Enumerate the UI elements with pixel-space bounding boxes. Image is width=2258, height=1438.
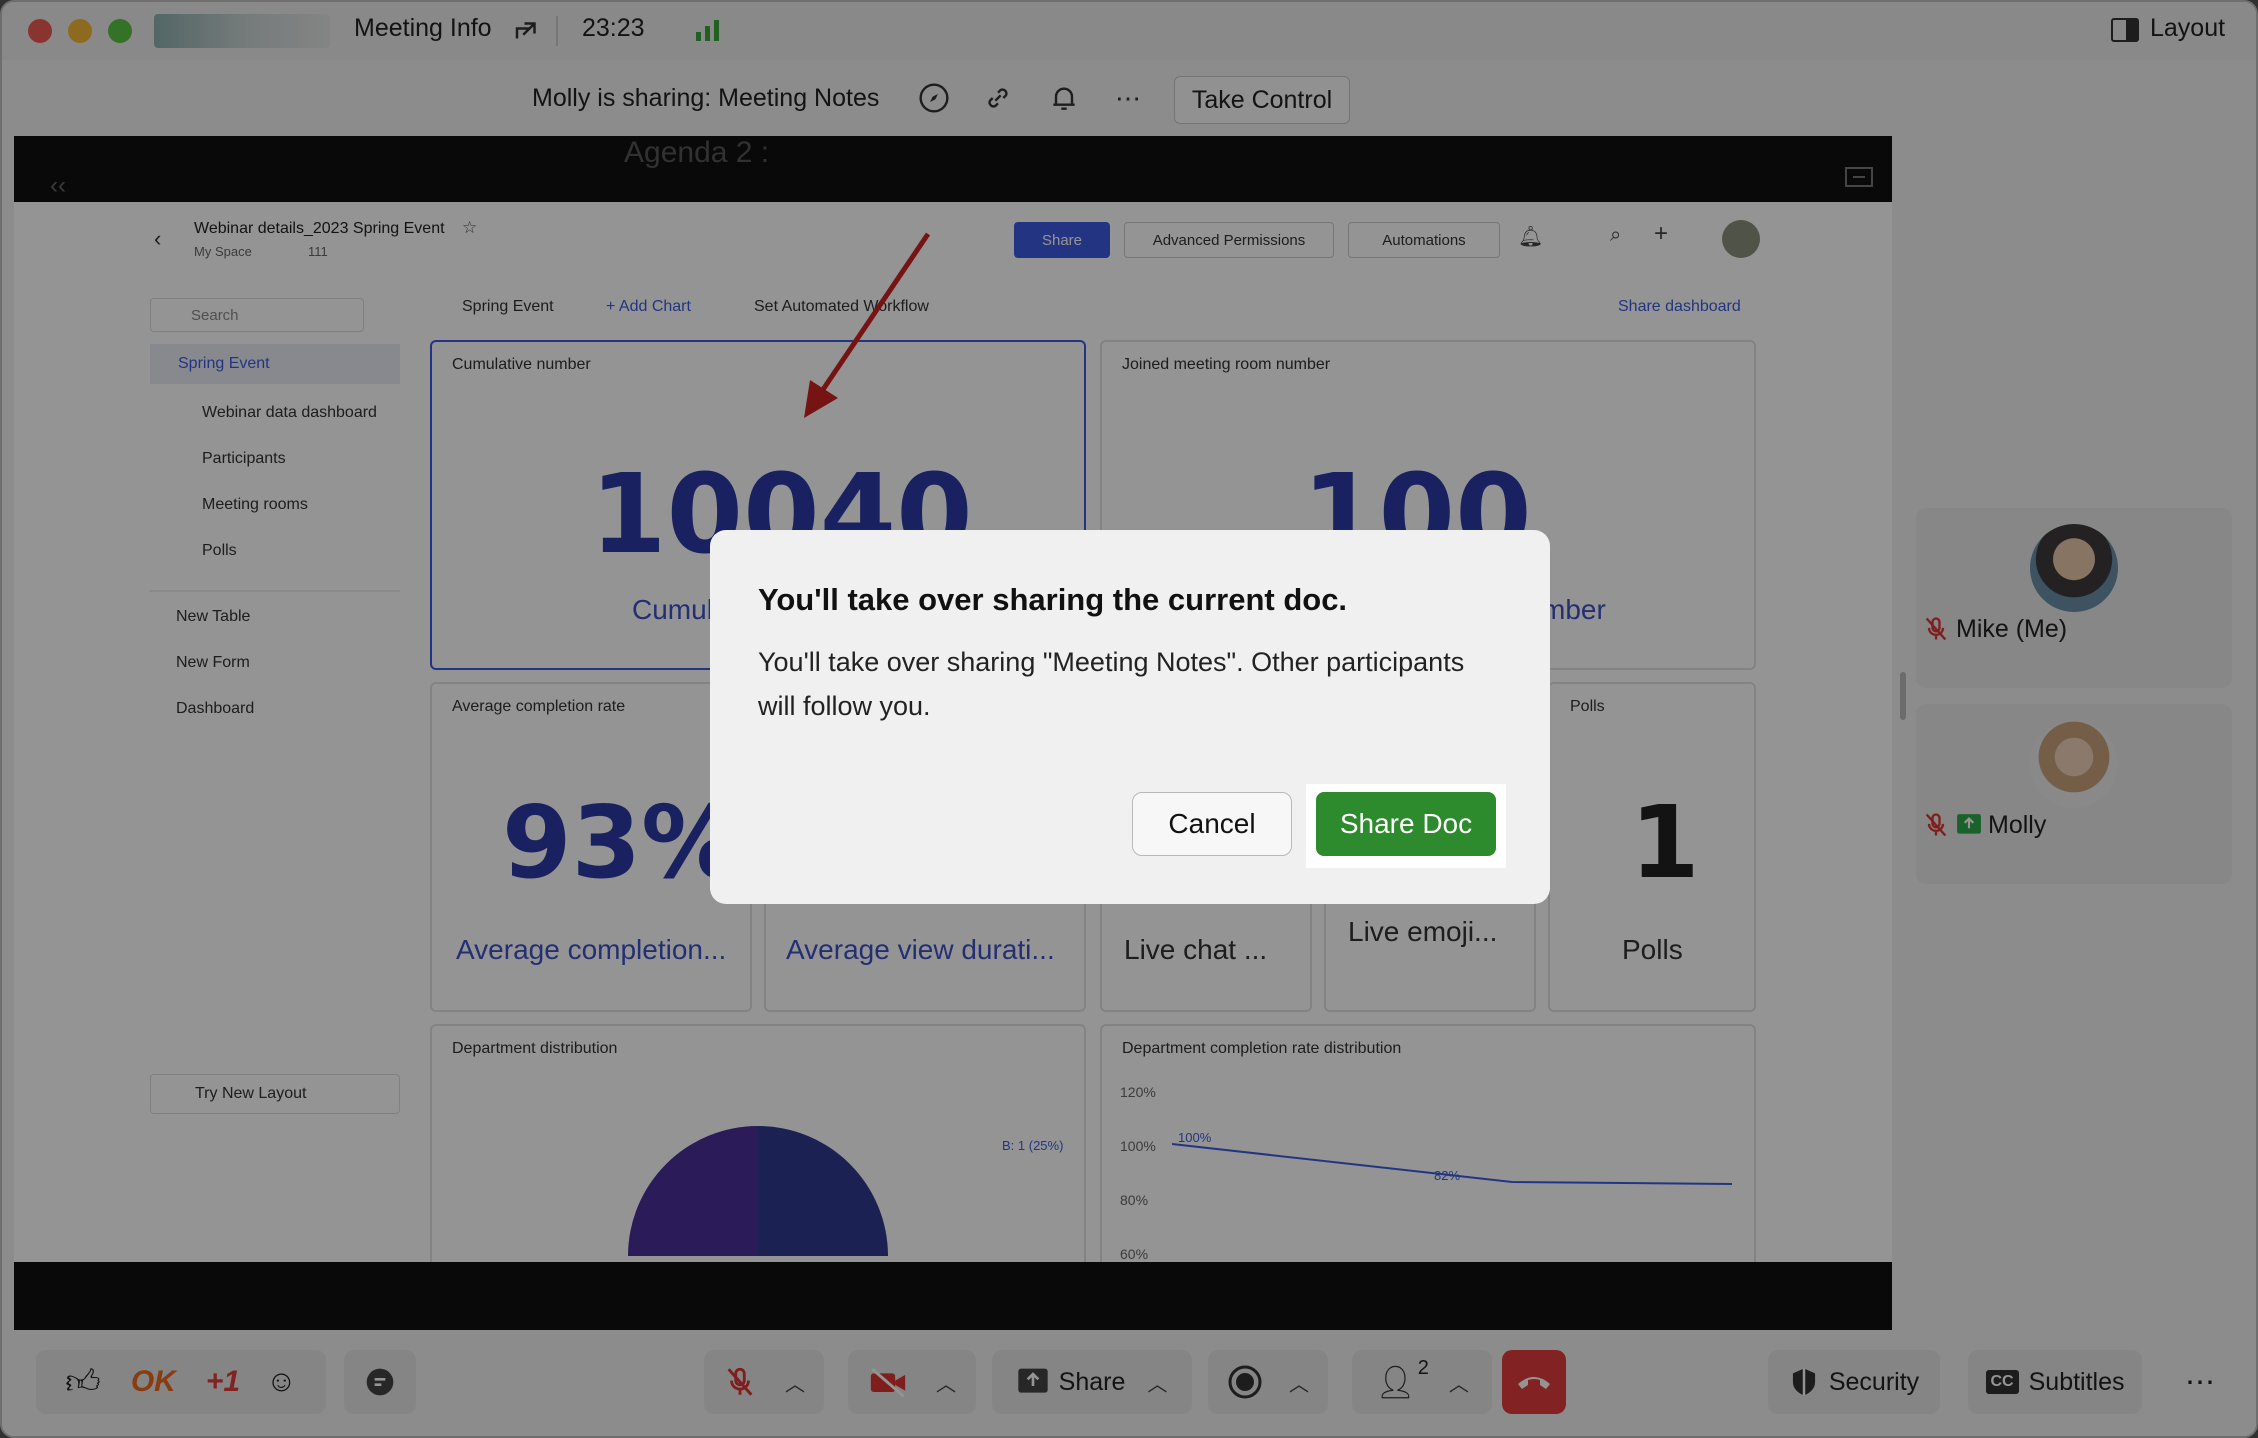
dialog-body: You'll take over sharing "Meeting Notes"…: [758, 647, 1465, 721]
take-over-dialog: You'll take over sharing the current doc…: [710, 530, 1550, 904]
dialog-title: You'll take over sharing the current doc…: [758, 582, 1348, 617]
cancel-button[interactable]: Cancel: [1132, 792, 1292, 856]
share-doc-button[interactable]: Share Doc: [1316, 792, 1496, 856]
